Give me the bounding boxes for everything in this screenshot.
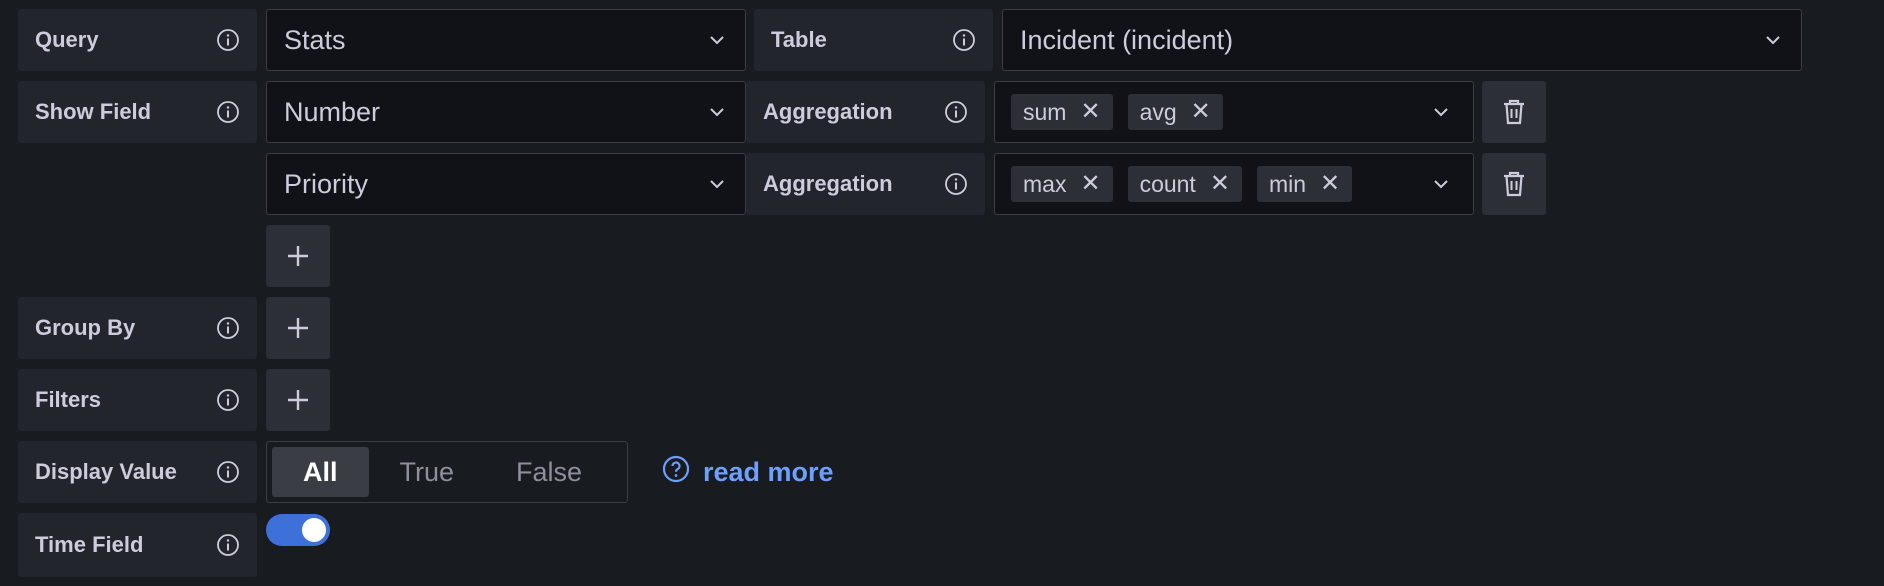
times-icon[interactable]: ✕ [1320, 172, 1340, 196]
display-value-option-false[interactable]: False [485, 447, 613, 497]
filters-label-text: Filters [35, 387, 102, 412]
aggregation-label-1: Aggregation [746, 81, 985, 143]
query-label-text: Query [35, 27, 99, 52]
chevron-down-icon [1763, 30, 1783, 50]
aggregation-label-text: Aggregation [763, 99, 893, 124]
plus-icon [286, 388, 310, 412]
info-circle-icon[interactable] [215, 532, 241, 558]
field-select-2[interactable]: Priority [266, 153, 746, 215]
info-circle-icon[interactable] [951, 27, 977, 53]
plus-icon [286, 316, 310, 340]
aggregation-label-text: Aggregation [763, 171, 893, 196]
info-circle-icon[interactable] [215, 459, 241, 485]
query-label: Query [18, 9, 257, 71]
info-circle-icon[interactable] [215, 99, 241, 125]
aggregation-tags: sum ✕ avg ✕ [1011, 94, 1431, 130]
times-icon[interactable]: ✕ [1080, 172, 1100, 196]
toggle-knob [302, 518, 326, 542]
plus-icon [286, 244, 310, 268]
aggregation-tag: avg ✕ [1127, 94, 1223, 130]
aggregation-tag-label: sum [1023, 98, 1067, 125]
query-type-select[interactable]: Stats [266, 9, 746, 71]
group-by-label-text: Group By [35, 315, 136, 340]
query-editor: Query Stats Table Incident (incident) Sh… [0, 0, 1884, 586]
info-circle-icon[interactable] [943, 99, 969, 125]
trash-alt-icon [1501, 170, 1527, 198]
delete-field-button-2[interactable] [1482, 153, 1546, 215]
display-value-option-true[interactable]: True [369, 447, 486, 497]
display-value-label-text: Display Value [35, 459, 177, 484]
aggregation-tag: max ✕ [1011, 166, 1113, 202]
aggregation-tag-label: max [1023, 170, 1067, 197]
info-circle-icon[interactable] [215, 315, 241, 341]
aggregation-tag: sum ✕ [1011, 94, 1113, 130]
times-icon[interactable]: ✕ [1191, 100, 1211, 124]
table-label-text: Table [771, 27, 827, 52]
table-value: Incident (incident) [1020, 24, 1234, 55]
read-more-link[interactable]: read more [662, 453, 834, 491]
question-circle-icon [662, 455, 690, 490]
chevron-down-icon [1431, 102, 1451, 122]
info-circle-icon[interactable] [215, 387, 241, 413]
info-circle-icon[interactable] [943, 171, 969, 197]
filters-label: Filters [18, 369, 257, 431]
show-field-label: Show Field [18, 81, 257, 143]
times-icon[interactable]: ✕ [1080, 100, 1100, 124]
trash-alt-icon [1501, 98, 1527, 126]
chevron-down-icon [1431, 174, 1451, 194]
table-select[interactable]: Incident (incident) [1002, 9, 1802, 71]
time-field-toggle[interactable] [266, 514, 330, 546]
display-value-label: Display Value [18, 441, 257, 503]
aggregation-tag: min ✕ [1256, 166, 1353, 202]
aggregation-multiselect-1[interactable]: sum ✕ avg ✕ [994, 81, 1474, 143]
read-more-label: read more [703, 456, 834, 487]
field-value: Number [284, 96, 381, 127]
field-select-1[interactable]: Number [266, 81, 746, 143]
delete-field-button-1[interactable] [1482, 81, 1546, 143]
chevron-down-icon [707, 30, 727, 50]
aggregation-tag-label: avg [1139, 98, 1177, 125]
aggregation-tag: count ✕ [1127, 166, 1242, 202]
chevron-down-icon [707, 174, 727, 194]
group-by-label: Group By [18, 297, 257, 359]
aggregation-tag-label: count [1139, 170, 1196, 197]
table-label: Table [754, 9, 993, 71]
time-field-label: Time Field [18, 513, 257, 577]
times-icon[interactable]: ✕ [1210, 172, 1230, 196]
chevron-down-icon [707, 102, 727, 122]
field-value: Priority [284, 168, 369, 199]
aggregation-tag-label: min [1268, 170, 1306, 197]
info-circle-icon[interactable] [215, 27, 241, 53]
display-value-radio-group: All True False [266, 441, 628, 503]
aggregation-label-2: Aggregation [746, 153, 985, 215]
aggregation-tags: max ✕ count ✕ min ✕ [1011, 166, 1431, 202]
add-field-button[interactable] [266, 225, 330, 287]
display-value-option-all[interactable]: All [272, 447, 369, 497]
show-field-label-text: Show Field [35, 99, 152, 124]
add-group-by-button[interactable] [266, 297, 330, 359]
add-filter-button[interactable] [266, 369, 330, 431]
aggregation-multiselect-2[interactable]: max ✕ count ✕ min ✕ [994, 153, 1474, 215]
time-field-label-text: Time Field [35, 532, 144, 557]
query-type-value: Stats [284, 24, 346, 55]
